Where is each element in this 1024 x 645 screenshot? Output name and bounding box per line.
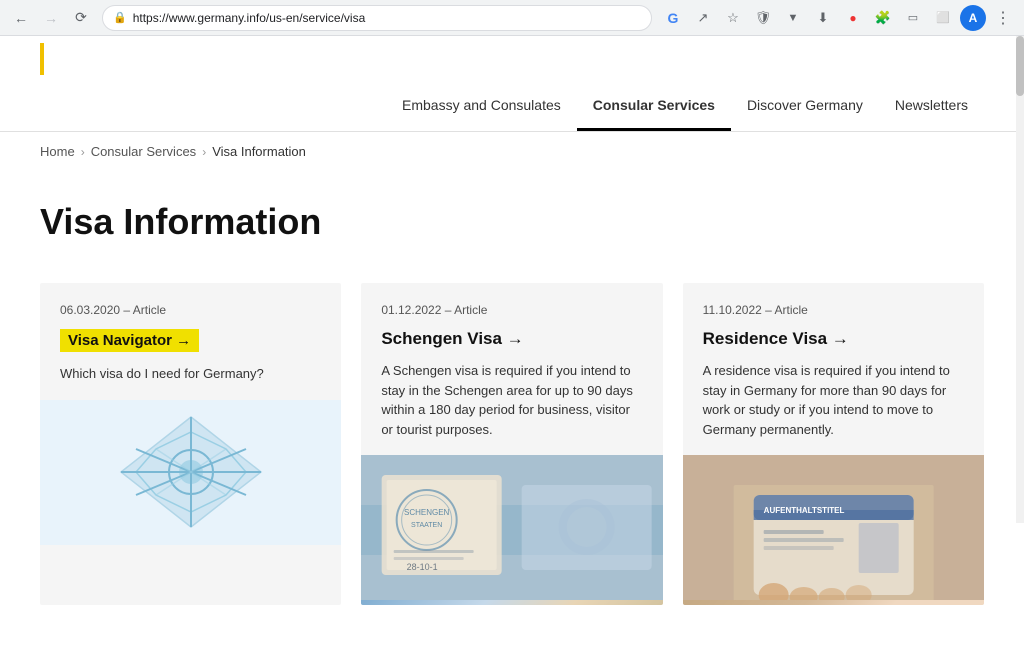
extension-icon[interactable]: ● — [840, 5, 866, 31]
browser-actions: G ↗ ☆ 🛡 ▼ ⬇ ● 🧩 ▭ ⬜ A ⋮ — [660, 5, 1016, 31]
main-content: Visa Information 06.03.2020 – Article Vi… — [0, 171, 1024, 645]
scrollbar-thumb[interactable] — [1016, 36, 1024, 96]
card-schengen-title[interactable]: Schengen Visa → — [381, 329, 642, 349]
card-visa-navigator-title[interactable]: Visa Navigator → — [60, 329, 321, 352]
breadcrumb-consular[interactable]: Consular Services — [91, 144, 197, 159]
bookmark-icon[interactable]: ☆ — [720, 5, 746, 31]
breadcrumb: Home › Consular Services › Visa Informat… — [0, 132, 1024, 171]
nav-consular[interactable]: Consular Services — [577, 81, 731, 131]
card-schengen[interactable]: 01.12.2022 – Article Schengen Visa → A S… — [361, 283, 662, 605]
card-residence-title[interactable]: Residence Visa → — [703, 329, 964, 349]
card-visa-navigator-desc: Which visa do I need for Germany? — [60, 364, 321, 384]
card-residence[interactable]: 11.10.2022 – Article Residence Visa → A … — [683, 283, 984, 605]
scrollbar[interactable] — [1016, 36, 1024, 523]
puzzle-icon[interactable]: 🧩 — [870, 5, 896, 31]
breadcrumb-sep-1: › — [81, 145, 85, 159]
breadcrumb-home[interactable]: Home — [40, 144, 75, 159]
card-schengen-content: 01.12.2022 – Article Schengen Visa → A S… — [361, 283, 662, 455]
vpn-icon[interactable]: ▼ — [780, 5, 806, 31]
card-schengen-title-text: Schengen Visa → — [381, 329, 523, 349]
reload-button[interactable]: ⟳ — [68, 5, 94, 31]
shield-icon[interactable]: 🛡 — [750, 5, 776, 31]
google-icon[interactable]: G — [660, 5, 686, 31]
card-visa-navigator[interactable]: 06.03.2020 – Article Visa Navigator → Wh… — [40, 283, 341, 605]
browser-nav-buttons: ← → ⟳ — [8, 5, 94, 31]
card-visa-navigator-content: 06.03.2020 – Article Visa Navigator → Wh… — [40, 283, 341, 400]
cast-icon[interactable]: ▭ — [900, 5, 926, 31]
card-residence-content: 11.10.2022 – Article Residence Visa → A … — [683, 283, 984, 455]
page-title: Visa Information — [40, 201, 984, 243]
logo-area — [40, 36, 984, 81]
profile-button[interactable]: A — [960, 5, 986, 31]
main-nav: Embassy and Consulates Consular Services… — [40, 81, 984, 131]
nav-newsletters[interactable]: Newsletters — [879, 81, 984, 131]
lock-icon: 🔒 — [113, 11, 127, 24]
card-schengen-date: 01.12.2022 – Article — [381, 303, 642, 317]
menu-button[interactable]: ⋮ — [990, 5, 1016, 31]
schengen-visa-graphic: SCHENGEN STAATEN 28-10-1 — [361, 455, 662, 600]
card-residence-desc: A residence visa is required if you inte… — [703, 361, 964, 439]
svg-text:STAATEN: STAATEN — [411, 522, 442, 529]
share-icon[interactable]: ↗ — [690, 5, 716, 31]
residence-visa-graphic: AUFENTHALTSTITEL — [683, 455, 984, 600]
window-icon[interactable]: ⬜ — [930, 5, 956, 31]
compass-illustration: .compass-line { stroke: #7ab8d4; stroke-… — [101, 407, 281, 537]
svg-text:SCHENGEN: SCHENGEN — [404, 508, 450, 517]
card-schengen-image: SCHENGEN STAATEN 28-10-1 — [361, 455, 662, 605]
site-header: Embassy and Consulates Consular Services… — [0, 36, 1024, 132]
cards-grid: 06.03.2020 – Article Visa Navigator → Wh… — [40, 283, 984, 605]
address-bar[interactable]: 🔒 https://www.germany.info/us-en/service… — [102, 5, 652, 31]
nav-discover[interactable]: Discover Germany — [731, 81, 879, 131]
download-icon[interactable]: ⬇ — [810, 5, 836, 31]
browser-chrome: ← → ⟳ 🔒 https://www.germany.info/us-en/s… — [0, 0, 1024, 36]
back-button[interactable]: ← — [8, 5, 34, 31]
card-residence-title-text: Residence Visa → — [703, 329, 849, 349]
svg-text:28-10-1: 28-10-1 — [407, 562, 438, 572]
residence-photo-placeholder: AUFENTHALTSTITEL — [683, 455, 984, 605]
breadcrumb-current: Visa Information — [212, 144, 306, 159]
url-text: https://www.germany.info/us-en/service/v… — [133, 11, 366, 25]
forward-button[interactable]: → — [38, 5, 64, 31]
breadcrumb-sep-2: › — [202, 145, 206, 159]
card-residence-date: 11.10.2022 – Article — [703, 303, 964, 317]
card-visa-navigator-date: 06.03.2020 – Article — [60, 303, 321, 317]
schengen-photo-placeholder: SCHENGEN STAATEN 28-10-1 — [361, 455, 662, 605]
card-residence-image: AUFENTHALTSTITEL — [683, 455, 984, 605]
svg-text:AUFENTHALTSTITEL: AUFENTHALTSTITEL — [763, 506, 844, 515]
nav-embassy[interactable]: Embassy and Consulates — [386, 81, 577, 131]
logo-bar — [40, 43, 44, 75]
card-schengen-desc: A Schengen visa is required if you inten… — [381, 361, 642, 439]
visa-navigator-highlight: Visa Navigator → — [60, 329, 199, 352]
